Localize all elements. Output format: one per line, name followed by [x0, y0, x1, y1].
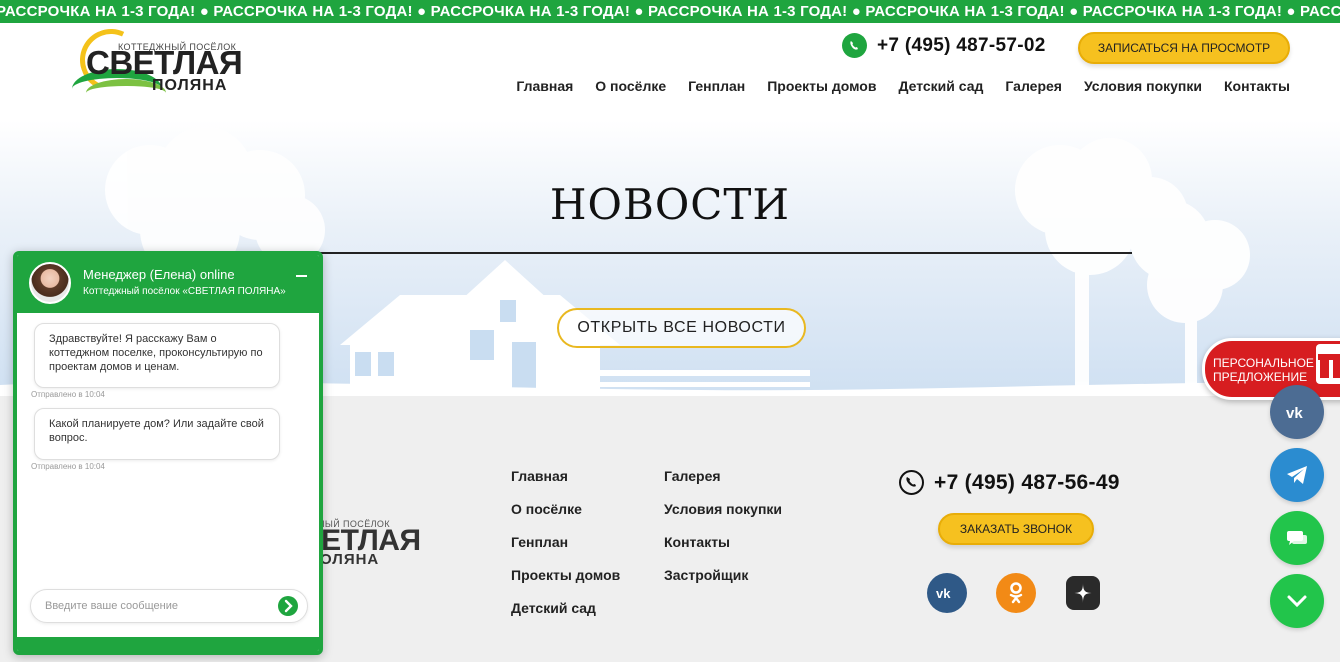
- open-all-news-button[interactable]: ОТКРЫТЬ ВСЕ НОВОСТИ: [557, 308, 806, 348]
- chat-icon: [1287, 531, 1307, 545]
- nav-item-home[interactable]: Главная: [516, 78, 573, 94]
- vk-icon: vk: [1286, 405, 1303, 420]
- footer-nav-column: Главная О посёлке Генплан Проекты домов …: [511, 468, 620, 616]
- header-phone[interactable]: +7 (495) 487-57-02: [842, 33, 1046, 58]
- title-divider: [208, 252, 1132, 254]
- nav-item-gallery[interactable]: Галерея: [1005, 78, 1062, 94]
- gift-icon: [1316, 344, 1340, 384]
- avatar: [29, 262, 71, 304]
- chat-header[interactable]: Менеджер (Елена) online Коттеджный посёл…: [17, 255, 319, 313]
- promo-ticker-text: РАССРОЧКА НА 1-3 ГОДА! ● РАССРОЧКА НА 1-…: [0, 3, 1340, 20]
- logo[interactable]: КОТТЕДЖНЫЙ ПОСЁЛОК СВЕТЛАЯ ПОЛЯНА: [71, 20, 243, 107]
- footer-link-kindergarten[interactable]: Детский сад: [511, 600, 620, 616]
- zen-icon[interactable]: [1066, 576, 1100, 610]
- nav-item-about[interactable]: О посёлке: [595, 78, 666, 94]
- footer-link-projects[interactable]: Проекты домов: [511, 567, 620, 583]
- footer-link-home[interactable]: Главная: [511, 468, 620, 484]
- header-phone-number[interactable]: +7 (495) 487-57-02: [877, 35, 1046, 57]
- collapse-float-button[interactable]: [1270, 574, 1324, 628]
- chat-footer-bar: [17, 637, 319, 651]
- nav-item-genplan[interactable]: Генплан: [688, 78, 745, 94]
- chevron-down-icon: [1287, 595, 1307, 608]
- chat-company-name: Коттеджный посёлок «СВЕТЛАЯ ПОЛЯНА»: [83, 286, 286, 297]
- page-title: НОВОСТИ: [549, 180, 791, 229]
- svg-text:vk: vk: [936, 586, 951, 600]
- nav-item-kindergarten[interactable]: Детский сад: [898, 78, 983, 94]
- footer-link-terms[interactable]: Условия покупки: [664, 501, 782, 517]
- nav-item-contacts[interactable]: Контакты: [1224, 78, 1290, 94]
- logo-title: СВЕТЛАЯ: [86, 44, 243, 81]
- minimize-icon[interactable]: [296, 275, 307, 277]
- footer-link-gallery[interactable]: Галерея: [664, 468, 782, 484]
- odnoklassniki-icon[interactable]: [996, 573, 1036, 613]
- chat-float-button[interactable]: [1270, 511, 1324, 565]
- phone-icon: [899, 470, 924, 495]
- telegram-icon: [1287, 466, 1307, 484]
- chat-message-time: Отправлено в 10:04: [31, 390, 105, 399]
- send-icon[interactable]: [278, 596, 298, 616]
- footer-logo-subtitle: ОЛЯНА: [320, 551, 380, 568]
- chat-message: Здравствуйте! Я расскажу Вам о коттеджно…: [34, 323, 280, 388]
- footer-phone-number[interactable]: +7 (495) 487-56-49: [934, 471, 1120, 495]
- vk-float-button[interactable]: vk: [1270, 385, 1324, 439]
- book-viewing-button[interactable]: ЗАПИСАТЬСЯ НА ПРОСМОТР: [1078, 32, 1290, 64]
- chat-message-input[interactable]: Введите ваше сообщение: [30, 589, 308, 623]
- main-nav: Главная О посёлке Генплан Проекты домов …: [516, 78, 1290, 94]
- footer-nav-column: Галерея Условия покупки Контакты Застрой…: [664, 468, 782, 583]
- chat-manager-name: Менеджер (Елена) online: [83, 267, 235, 282]
- chat-message-time: Отправлено в 10:04: [31, 462, 105, 471]
- footer-phone[interactable]: +7 (495) 487-56-49: [899, 470, 1120, 495]
- footer-link-contacts[interactable]: Контакты: [664, 534, 782, 550]
- chat-widget: Менеджер (Елена) online Коттеджный посёл…: [13, 251, 323, 655]
- svg-text:vk: vk: [1286, 405, 1303, 420]
- whatsapp-icon[interactable]: [842, 33, 867, 58]
- footer-link-developer[interactable]: Застройщик: [664, 567, 782, 583]
- chat-input-placeholder: Введите ваше сообщение: [45, 600, 178, 612]
- order-call-button[interactable]: ЗАКАЗАТЬ ЗВОНОК: [938, 513, 1094, 545]
- chat-message: Какой планируете дом? Или задайте свой в…: [34, 408, 280, 460]
- footer-link-genplan[interactable]: Генплан: [511, 534, 620, 550]
- vk-icon[interactable]: vk: [927, 573, 967, 613]
- promo-ticker: РАССРОЧКА НА 1-3 ГОДА! ● РАССРОЧКА НА 1-…: [0, 0, 1340, 23]
- logo-subtitle: ПОЛЯНА: [152, 77, 228, 94]
- site-header: КОТТЕДЖНЫЙ ПОСЁЛОК СВЕТЛАЯ ПОЛЯНА +7 (49…: [0, 20, 1340, 120]
- footer-link-about[interactable]: О посёлке: [511, 501, 620, 517]
- telegram-float-button[interactable]: [1270, 448, 1324, 502]
- nav-item-terms[interactable]: Условия покупки: [1084, 78, 1202, 94]
- nav-item-projects[interactable]: Проекты домов: [767, 78, 876, 94]
